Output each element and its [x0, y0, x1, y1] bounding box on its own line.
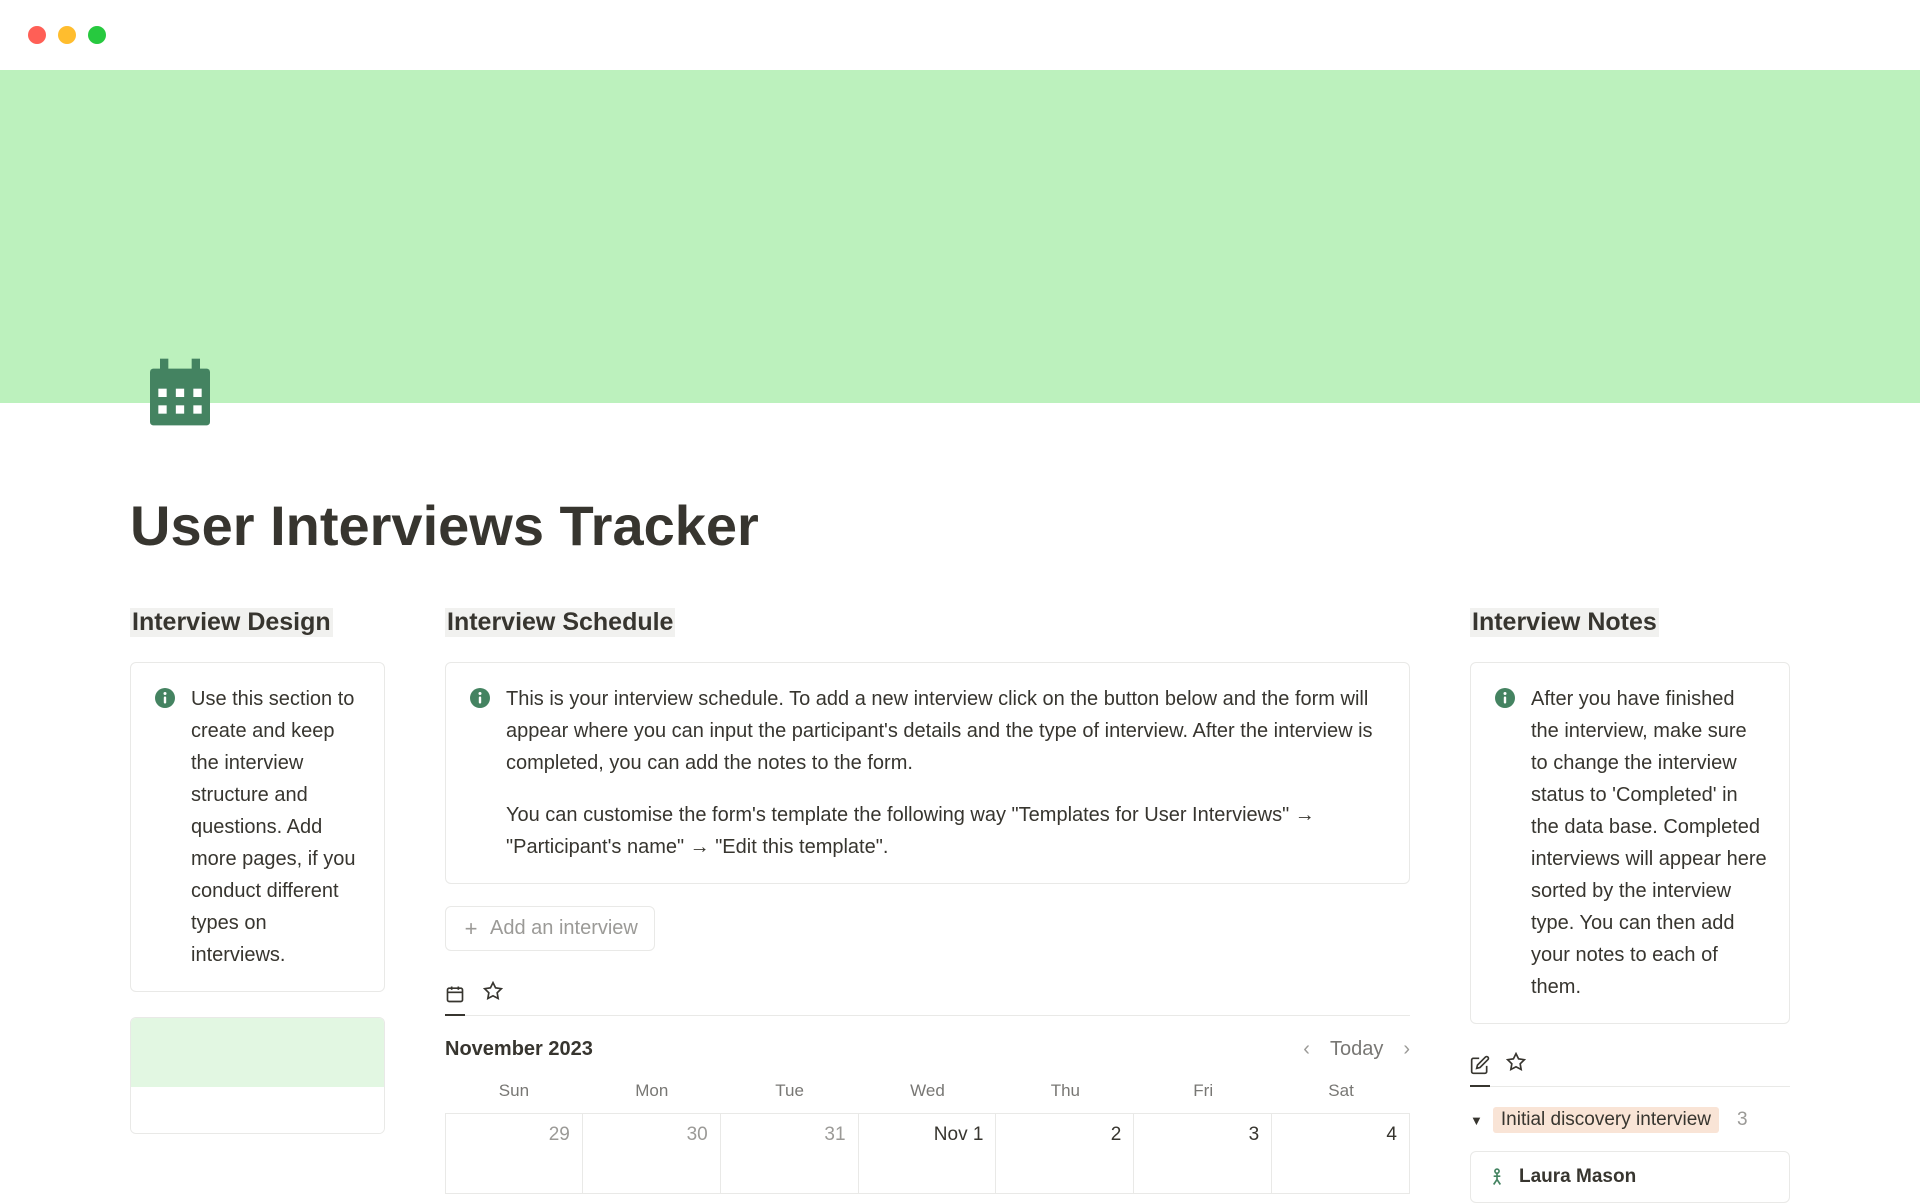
heading-interview-notes[interactable]: Interview Notes	[1470, 608, 1659, 637]
heading-interview-schedule[interactable]: Interview Schedule	[445, 608, 675, 637]
today-button[interactable]: Today	[1330, 1038, 1383, 1061]
page-icon-calendar[interactable]	[140, 352, 220, 432]
main-columns: Interview Design Use this section to cre…	[130, 608, 1790, 1203]
calendar-nav: ‹ Today ›	[1303, 1038, 1410, 1061]
calendar-cell[interactable]: 2	[996, 1114, 1134, 1194]
note-card-laura-mason[interactable]: Laura Mason	[1470, 1151, 1790, 1203]
info-icon	[468, 686, 492, 710]
callout-paragraph-2: You can customise the form's template th…	[506, 799, 1387, 863]
add-interview-label: Add an interview	[490, 917, 638, 940]
cover-image[interactable]	[0, 70, 1920, 403]
calendar-cell[interactable]: 31	[721, 1114, 859, 1194]
thumbnail-preview	[131, 1018, 384, 1133]
weekday-fri: Fri	[1134, 1081, 1272, 1101]
next-month-button[interactable]: ›	[1403, 1038, 1410, 1061]
calendar-header: November 2023 ‹ Today ›	[445, 1038, 1410, 1061]
weekday-thu: Thu	[996, 1081, 1134, 1101]
calendar-month-label: November 2023	[445, 1038, 593, 1061]
weekday-tue: Tue	[721, 1081, 859, 1101]
group-count: 3	[1737, 1109, 1748, 1131]
tab-calendar-view[interactable]	[445, 981, 465, 1016]
schedule-view-tabs	[445, 981, 1410, 1016]
group-tag: Initial discovery interview	[1493, 1107, 1719, 1133]
callout-interview-schedule[interactable]: This is your interview schedule. To add …	[445, 662, 1410, 884]
callout-text: After you have finished the interview, m…	[1531, 683, 1767, 1003]
callout-body: This is your interview schedule. To add …	[506, 683, 1387, 863]
calendar-cell[interactable]: 3	[1134, 1114, 1272, 1194]
callout-interview-notes[interactable]: After you have finished the interview, m…	[1470, 662, 1790, 1024]
column-interview-design: Interview Design Use this section to cre…	[130, 608, 385, 1134]
info-icon	[153, 686, 177, 710]
tab-favorites-view[interactable]	[1506, 1052, 1526, 1076]
weekday-mon: Mon	[583, 1081, 721, 1101]
star-icon	[1506, 1052, 1526, 1072]
column-interview-notes: Interview Notes After you have finished …	[1470, 608, 1790, 1203]
callout-paragraph-1: This is your interview schedule. To add …	[506, 683, 1387, 779]
page-thumbnail-interview-design[interactable]	[130, 1017, 385, 1134]
calendar-cell[interactable]: Nov 1	[859, 1114, 997, 1194]
weekday-wed: Wed	[859, 1081, 997, 1101]
tab-favorites-view[interactable]	[483, 981, 503, 1005]
heading-interview-design[interactable]: Interview Design	[130, 608, 333, 637]
calendar-cell[interactable]: 30	[583, 1114, 721, 1194]
callout-text: Use this section to create and keep the …	[191, 683, 362, 971]
star-icon	[483, 981, 503, 1001]
calendar-grid: 29 30 31 Nov 1 2 3 4	[445, 1113, 1410, 1194]
notes-view-tabs	[1470, 1052, 1790, 1087]
tab-edit-view[interactable]	[1470, 1052, 1490, 1087]
calendar-weekday-header: Sun Mon Tue Wed Thu Fri Sat	[445, 1081, 1410, 1101]
column-interview-schedule: Interview Schedule This is your intervie…	[445, 608, 1410, 1194]
calendar-cell[interactable]: 4	[1272, 1114, 1410, 1194]
page-title[interactable]: User Interviews Tracker	[130, 493, 1790, 558]
callout-interview-design[interactable]: Use this section to create and keep the …	[130, 662, 385, 992]
calendar-icon	[445, 984, 465, 1004]
note-name: Laura Mason	[1519, 1166, 1636, 1188]
info-icon	[1493, 686, 1517, 710]
weekday-sun: Sun	[445, 1081, 583, 1101]
person-icon	[1487, 1167, 1507, 1187]
maximize-window-icon[interactable]	[88, 26, 106, 44]
add-interview-button[interactable]: + Add an interview	[445, 906, 655, 951]
close-window-icon[interactable]	[28, 26, 46, 44]
group-initial-discovery[interactable]: ▼ Initial discovery interview 3	[1470, 1107, 1790, 1133]
prev-month-button[interactable]: ‹	[1303, 1038, 1310, 1061]
minimize-window-icon[interactable]	[58, 26, 76, 44]
window-titlebar	[0, 0, 1920, 70]
weekday-sat: Sat	[1272, 1081, 1410, 1101]
calendar-cell[interactable]: 29	[445, 1114, 583, 1194]
edit-icon	[1470, 1055, 1490, 1075]
chevron-down-icon[interactable]: ▼	[1470, 1113, 1483, 1128]
plus-icon: +	[462, 920, 480, 938]
